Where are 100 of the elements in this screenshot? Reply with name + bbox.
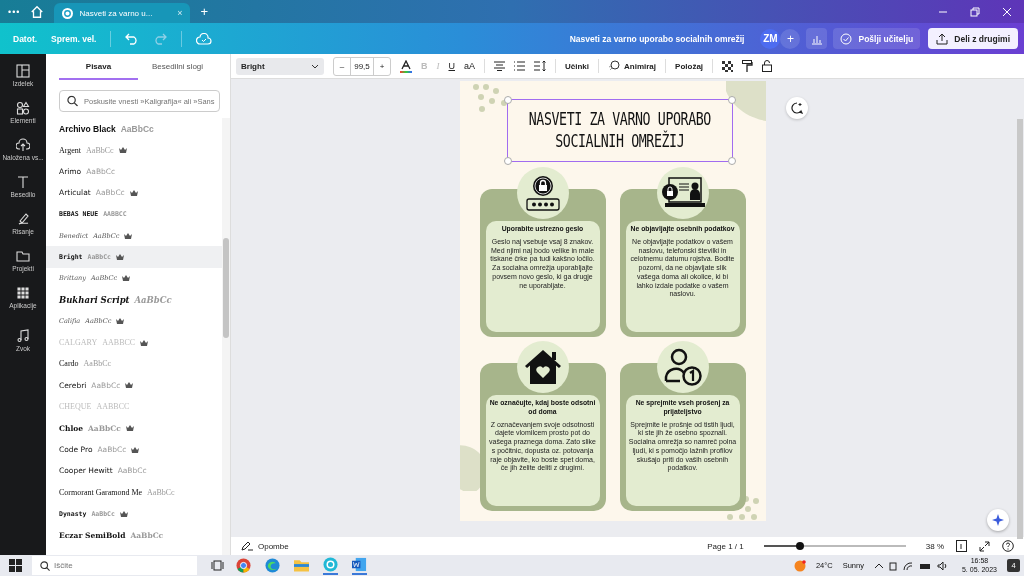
windows-start-icon[interactable] [9,559,22,572]
user-number-icon [662,347,703,387]
resize-handle[interactable] [503,96,512,104]
resize-handle[interactable] [727,96,736,104]
format-button[interactable]: aA [464,61,475,71]
zoom-value[interactable]: 38 % [925,541,944,551]
apps-icon [16,286,30,300]
font-name: Cormorant Garamond Me [59,487,143,497]
upload-icon [936,32,949,45]
chrome-browser-icon[interactable] [236,558,251,573]
new-tab-button[interactable]: + [200,4,209,19]
scrollbar[interactable] [222,118,230,555]
search-icon [67,95,78,107]
sun-icon[interactable] [793,559,806,572]
font-list-item[interactable]: Archivo Black AaBbCc [46,118,222,140]
notes-button[interactable]: Opombe [241,541,289,551]
increase-size-button[interactable]: + [374,57,390,75]
resize-handle[interactable] [727,157,736,165]
canva-app-icon[interactable] [323,556,338,575]
share-button[interactable]: Deli z drugimi [928,28,1018,49]
cloud-check-icon[interactable] [196,32,213,45]
paint-roller-icon[interactable] [742,60,754,72]
padlock-password-icon [523,174,562,212]
font-size-control[interactable]: – 99,5 + [333,56,391,76]
word-app-icon[interactable] [352,556,367,575]
document-title[interactable]: Nasveti za varno uporabo socialnih omrežij [569,33,745,44]
page-indicator[interactable]: Page 1 / 1 [707,541,744,551]
undo-icon[interactable] [125,32,140,45]
folder-icon[interactable] [294,559,309,572]
position-button[interactable]: Položaj [675,61,704,71]
panel-tab[interactable]: Besedilni slogi [138,62,217,80]
font-sample: AaBbCc [147,487,175,497]
folder-icon [16,249,30,263]
add-people-button[interactable]: + [780,28,801,49]
decrease-size-button[interactable]: – [334,57,350,75]
font-name: CALGARY [59,338,98,348]
bullet-list-icon[interactable] [514,61,525,71]
font-sample: AaBbCc [83,359,112,369]
font-dropdown[interactable]: Bright [236,57,324,75]
search-icon [40,560,50,571]
font-list-item[interactable]: Cormorant Garamond Me AaBbCc [46,481,222,504]
poster-title: SOCIALNIH OMREŽIJ [554,132,685,151]
font-name: Archivo Black [59,123,116,134]
selected-title-text[interactable]: NASVETI ZA VARNO UPORABO SOCIALNIH OMREŽIJ [506,99,733,162]
poster-page[interactable] [459,81,766,521]
font-sample: AaBbCc [120,123,154,134]
insights-button[interactable] [806,28,828,49]
pencil-lines-icon [241,541,253,551]
more-menu-button[interactable]: ••• [8,6,21,17]
font-list-item[interactable]: Cardo AaBbCc [46,353,222,375]
panel-tab[interactable]: Pisava [59,62,138,80]
page-view-icon[interactable] [956,540,967,552]
blob-decoration [725,81,766,121]
font-name: CHEQUE [59,402,92,412]
close-icon[interactable] [1002,6,1012,17]
effects-button[interactable]: Učinki [565,61,590,71]
chevron-down-icon [311,63,319,69]
check-circle-icon [840,32,853,45]
taskbar-search-field[interactable]: Iščite [32,556,197,575]
draw-icon [16,212,30,226]
format-button[interactable]: U [448,61,455,71]
text-icon [16,175,30,189]
dots-decoration [725,495,760,521]
layout-icon [16,64,30,78]
font-name: Bukhari Script [59,294,130,305]
tab-title: Nasveti za varno u... [79,8,153,18]
animate-button[interactable]: Animiraj [608,60,657,72]
line-spacing-icon[interactable] [534,61,546,71]
poster-title: NASVETI ZA VARNO UPORABO [528,110,711,129]
font-sample: AaBbCc [134,294,172,305]
app-logo-icon [62,7,74,19]
text-color-icon[interactable] [400,59,412,73]
lock-icon[interactable] [762,60,773,72]
font-sample: AABBCC [96,402,130,412]
comment-button[interactable] [785,97,808,119]
task-view-icon[interactable] [211,560,224,571]
user-avatar[interactable]: ZM [760,28,781,49]
font-sample: AaBbCc [86,145,114,155]
resize-handle[interactable] [503,157,512,165]
send-to-teacher-button[interactable]: Pošlji učitelju [833,28,921,49]
scrollbar-thumb[interactable] [1017,119,1023,539]
home-icon[interactable] [30,4,45,19]
scrollbar-thumb[interactable] [223,238,229,338]
font-sample: AABBCC [102,338,136,348]
computer-profile-icon [660,176,705,210]
font-list-item[interactable]: Argent AaBbCc [46,139,222,161]
fullscreen-icon[interactable] [979,540,990,552]
font-list-item[interactable]: Bukhari Script AaBbCc [46,289,222,311]
animation-icon [608,60,621,72]
restore-icon[interactable] [970,6,980,17]
music-icon [16,329,30,343]
magic-assistant-button[interactable] [987,509,1009,531]
font-name: Argent [59,145,82,155]
upload-icon [16,138,30,152]
edge-browser-icon[interactable] [265,558,280,573]
font-size-value[interactable]: 99,5 [350,57,374,75]
transparency-icon[interactable] [722,60,734,72]
align-center-icon[interactable] [494,61,505,71]
help-icon[interactable] [1002,540,1014,552]
shapes-icon [16,101,30,115]
